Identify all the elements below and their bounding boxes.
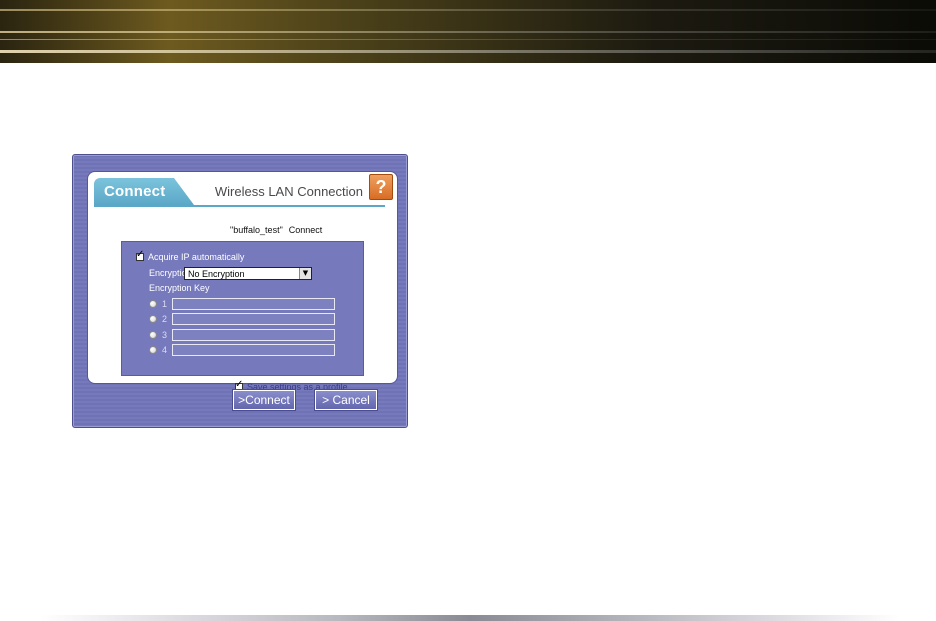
key-input-4[interactable] [172, 344, 335, 356]
check-icon: ✓ [235, 379, 244, 390]
acquire-ip-checkbox[interactable]: ✓ [136, 249, 145, 261]
header-underline [94, 205, 385, 207]
key-row-4: 4 [149, 344, 335, 356]
encryption-select[interactable]: No Encryption ▼ [184, 267, 312, 280]
top-banner [0, 0, 936, 63]
dialog-title: Wireless LAN Connection [214, 184, 363, 199]
key-radio-2[interactable] [149, 315, 157, 323]
key-radio-3[interactable] [149, 331, 157, 339]
key-number-2: 2 [162, 314, 168, 324]
key-radio-1[interactable] [149, 300, 157, 308]
acquire-ip-label: Acquire IP automatically [148, 252, 245, 262]
acquire-ip-row[interactable]: ✓ Acquire IP automatically [136, 249, 245, 262]
connect-button[interactable]: >Connect [232, 389, 296, 411]
connect-tab-label: Connect [104, 183, 166, 200]
key-radio-4[interactable] [149, 346, 157, 354]
key-input-1[interactable] [172, 298, 335, 310]
banner-stripe [0, 50, 936, 53]
bottom-divider [40, 615, 900, 621]
key-row-2: 2 [149, 313, 335, 325]
banner-stripe [0, 9, 936, 11]
encryption-key-label: Encryption Key [149, 283, 210, 293]
banner-stripe [0, 31, 936, 33]
key-input-3[interactable] [172, 329, 335, 341]
encryption-selected-value: No Encryption [188, 269, 245, 279]
key-row-1: 1 [149, 298, 335, 310]
wireless-connect-dialog: Connect Wireless LAN Connection ? "buffa… [72, 154, 408, 428]
key-row-3: 3 [149, 329, 335, 341]
banner-stripe [0, 39, 936, 40]
key-number-1: 1 [162, 299, 168, 309]
ssid-status: "buffalo_test" Connect [230, 225, 322, 235]
chevron-down-icon[interactable]: ▼ [299, 268, 311, 279]
check-icon: ✓ [136, 249, 145, 260]
question-mark-icon: ? [375, 177, 387, 197]
help-button[interactable]: ? [369, 174, 393, 200]
settings-box: ✓ Acquire IP automatically Encryption No… [121, 241, 364, 376]
ssid-action: Connect [288, 225, 323, 235]
key-number-3: 3 [162, 330, 168, 340]
connect-panel: Connect Wireless LAN Connection ? "buffa… [87, 171, 398, 392]
cancel-button[interactable]: > Cancel [314, 389, 378, 411]
key-input-2[interactable] [172, 313, 335, 325]
ssid-name: "buffalo_test" [230, 225, 283, 235]
key-number-4: 4 [162, 345, 168, 355]
